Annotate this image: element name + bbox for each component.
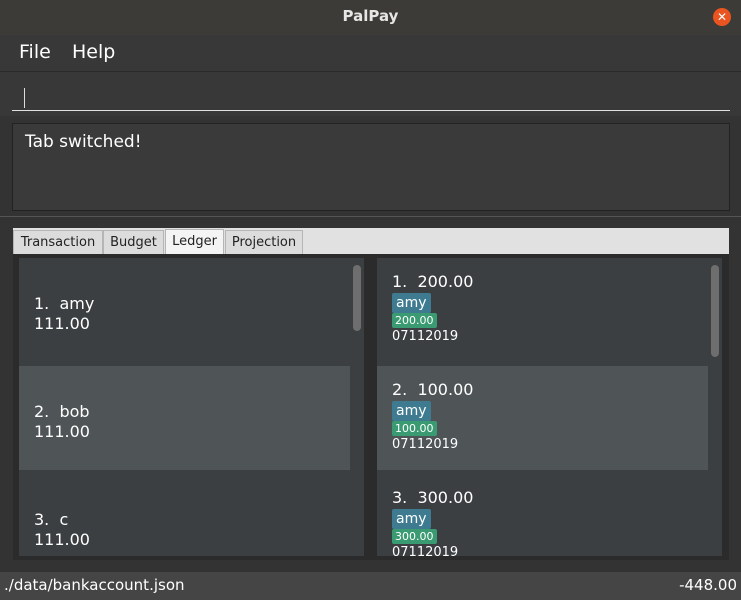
ledger-date: 07112019: [392, 545, 459, 556]
ledger-amount: 300.00: [417, 488, 474, 507]
scrollbar[interactable]: [708, 258, 722, 556]
person-amount: 111.00: [34, 422, 90, 441]
person-amount: 111.00: [34, 314, 90, 333]
ledger-index: 3.: [392, 488, 408, 507]
person-name: amy: [59, 294, 95, 313]
ledger-heading: 1. 200.00: [392, 272, 473, 291]
ledger-amount: 200.00: [417, 272, 474, 291]
result-message: Tab switched!: [25, 132, 142, 152]
ledger-date: 07112019: [392, 437, 459, 452]
command-input[interactable]: [12, 78, 730, 111]
text-caret: [24, 88, 25, 108]
tab-projection[interactable]: Projection: [225, 230, 303, 254]
list-item[interactable]: 2. 100.00 amy 100.00 07112019: [377, 366, 708, 470]
person-heading: 3. c: [34, 510, 68, 529]
scrollbar-thumb[interactable]: [711, 265, 719, 357]
list-item[interactable]: 2. bob 111.00: [19, 366, 350, 470]
list-item[interactable]: 1. 200.00 amy 200.00 07112019: [377, 258, 708, 362]
divider: [0, 216, 741, 217]
person-index: 1.: [34, 294, 50, 313]
person-tag: amy: [392, 293, 431, 313]
ledger-heading: 2. 100.00: [392, 380, 473, 399]
menu-bar: File Help: [0, 35, 741, 72]
amount-tag: 300.00: [392, 529, 437, 544]
person-index: 3.: [34, 510, 50, 529]
menu-file[interactable]: File: [19, 41, 51, 63]
person-index: 2.: [34, 402, 50, 421]
status-bar: ./data/bankaccount.json -448.00: [0, 572, 741, 600]
ledger-index: 2.: [392, 380, 408, 399]
person-heading: 1. amy: [34, 294, 94, 313]
ledger-amount: 100.00: [417, 380, 474, 399]
person-name: bob: [59, 402, 90, 421]
amount-tag: 200.00: [392, 313, 437, 328]
ledger-index: 1.: [392, 272, 408, 291]
ledger-date: 07112019: [392, 329, 459, 344]
window-title: PalPay: [342, 7, 399, 25]
title-bar: PalPay ✕: [0, 0, 741, 35]
close-icon[interactable]: ✕: [713, 8, 731, 26]
balance-total: -448.00: [679, 576, 737, 594]
ledger-tab-content: 1. amy 111.00 2. bob 111.00 3. c 111.00 …: [13, 254, 729, 560]
person-tag: amy: [392, 401, 431, 421]
list-item[interactable]: 3. 300.00 amy 300.00 07112019: [377, 474, 708, 556]
file-path: ./data/bankaccount.json: [4, 576, 185, 594]
tab-budget[interactable]: Budget: [103, 230, 164, 254]
amount-tag: 100.00: [392, 421, 437, 436]
scrollbar[interactable]: [350, 258, 364, 556]
tab-transaction[interactable]: Transaction: [13, 230, 103, 254]
list-item[interactable]: 3. c 111.00: [19, 474, 350, 556]
ledger-list[interactable]: 1. 200.00 amy 200.00 07112019 2. 100.00 …: [377, 258, 722, 556]
command-box: [0, 72, 741, 116]
scrollbar-thumb[interactable]: [353, 265, 361, 331]
person-heading: 2. bob: [34, 402, 90, 421]
tab-ledger[interactable]: Ledger: [165, 229, 224, 255]
tab-bar: Transaction Budget Ledger Projection: [13, 228, 729, 255]
result-display: Tab switched!: [12, 123, 730, 211]
menu-help[interactable]: Help: [72, 41, 115, 63]
person-list[interactable]: 1. amy 111.00 2. bob 111.00 3. c 111.00: [19, 258, 364, 556]
person-tag: amy: [392, 509, 431, 529]
person-amount: 111.00: [34, 530, 90, 549]
person-name: c: [59, 510, 69, 529]
ledger-heading: 3. 300.00: [392, 488, 473, 507]
list-item[interactable]: 1. amy 111.00: [19, 258, 350, 362]
